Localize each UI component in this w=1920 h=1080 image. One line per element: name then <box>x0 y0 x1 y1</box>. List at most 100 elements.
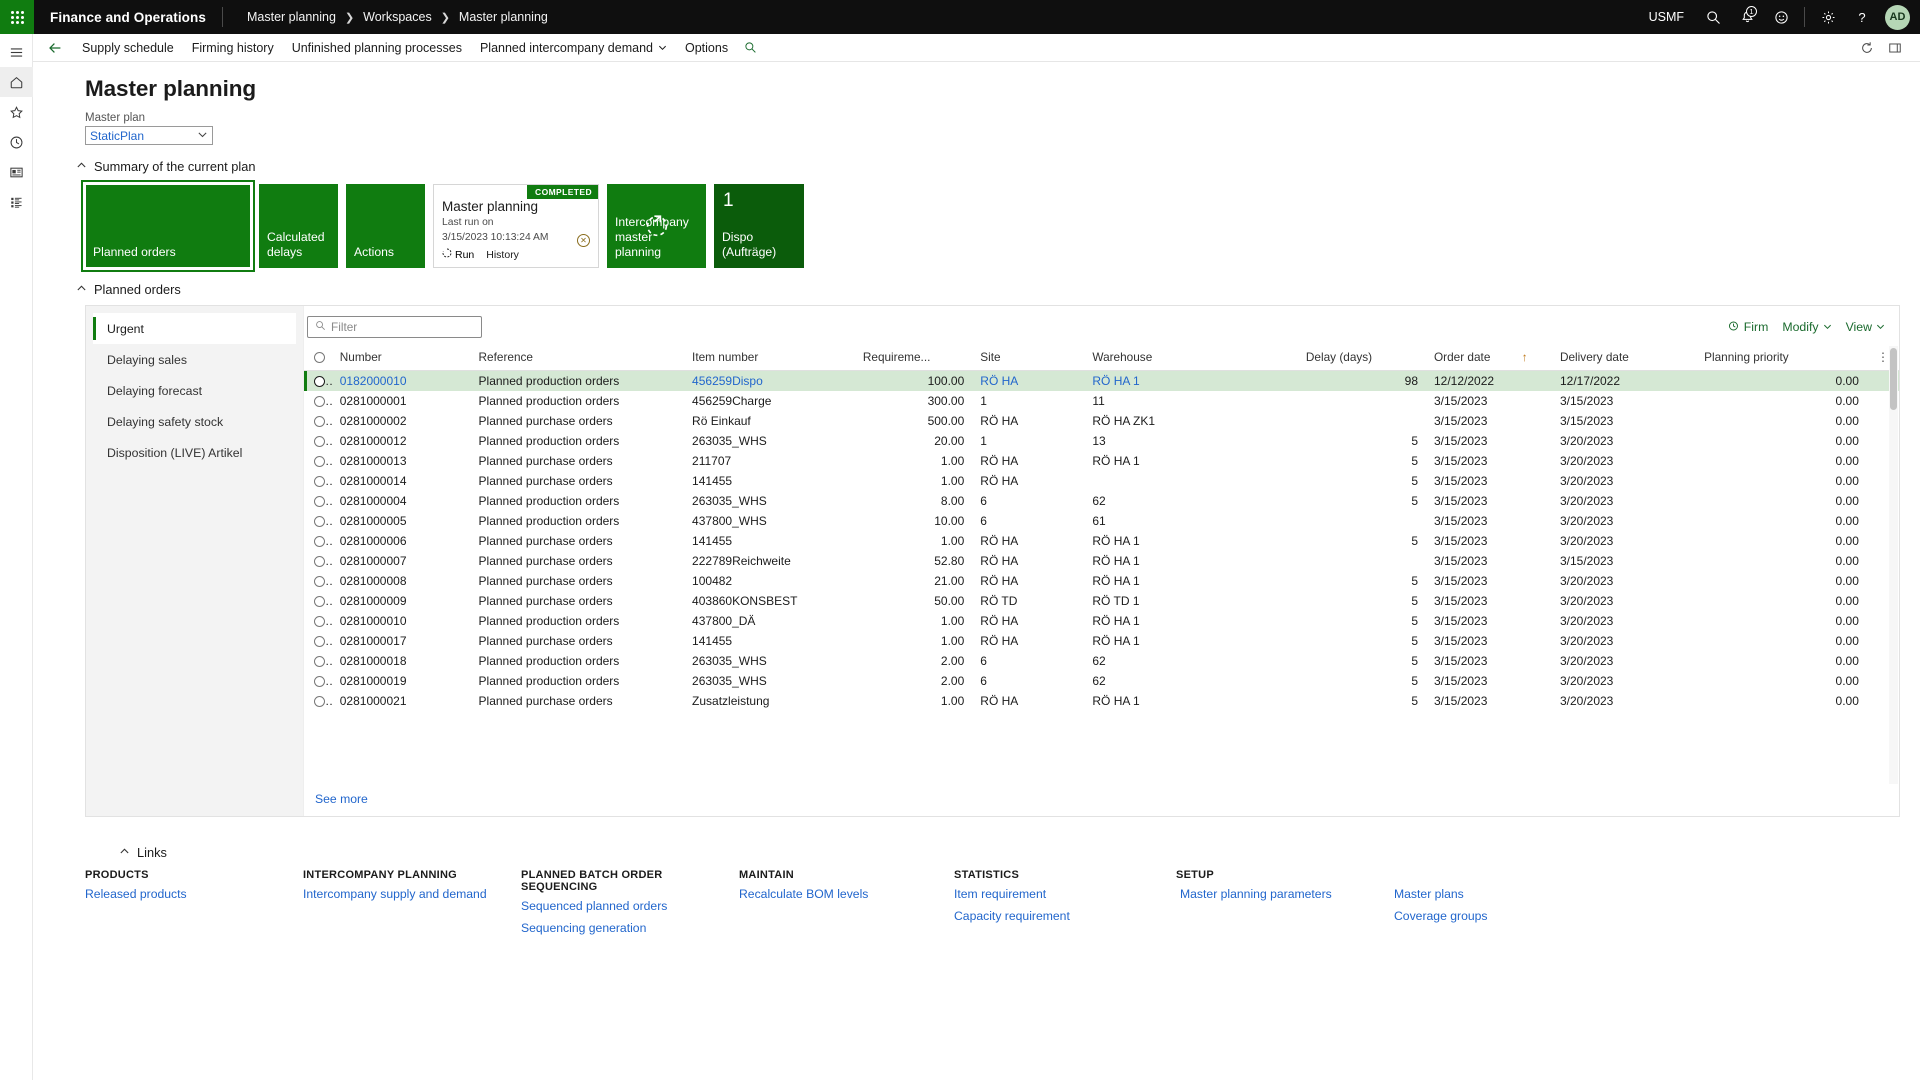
question-help-icon[interactable]: ? <box>1845 0 1879 34</box>
radio-icon[interactable] <box>314 536 325 548</box>
radio-icon[interactable] <box>314 456 325 468</box>
column-header-item-number[interactable]: Item number <box>684 346 855 371</box>
link-intercompany-supply-and-demand[interactable]: Intercompany supply and demand <box>303 887 521 901</box>
table-row[interactable]: 0281000021 Planned purchase orders Zusatzl… <box>304 691 1899 711</box>
row-select-radio[interactable] <box>304 671 332 691</box>
table-row[interactable]: 0281000008 Planned purchase orders 100482 2… <box>304 571 1899 591</box>
radio-icon[interactable] <box>314 556 325 568</box>
row-select-radio[interactable] <box>304 431 332 451</box>
link-sequencing-generation[interactable]: Sequencing generation <box>521 921 739 935</box>
run-button[interactable]: Run <box>442 248 474 261</box>
column-header-delay-days[interactable]: Delay (days) <box>1297 346 1426 371</box>
back-arrow-icon[interactable] <box>43 36 67 60</box>
tile-intercompany-master-planning[interactable]: Intercompany master planning <box>607 184 706 268</box>
search-icon[interactable] <box>1696 0 1730 34</box>
modify-menu-button[interactable]: Modify <box>1782 320 1831 334</box>
table-row[interactable]: 0281000009 Planned purchase orders 403860K… <box>304 591 1899 611</box>
link-master-planning-parameters[interactable]: Master planning parameters <box>1176 887 1394 901</box>
firm-button[interactable]: Firm <box>1728 320 1768 335</box>
filter-input[interactable]: Filter <box>307 316 482 338</box>
table-row[interactable]: 0281000001 Planned production orders 45625… <box>304 391 1899 411</box>
tab-disposition-live-artikel[interactable]: Disposition (LIVE) Artikel <box>93 437 296 468</box>
column-header-planning-priority[interactable]: Planning priority <box>1696 346 1867 371</box>
row-select-radio[interactable] <box>304 371 332 392</box>
history-link[interactable]: History <box>486 249 519 261</box>
radio-icon[interactable] <box>314 516 325 528</box>
table-row[interactable]: 0281000013 Planned purchase orders 211707 1… <box>304 451 1899 471</box>
master-plan-select[interactable]: StaticPlan <box>85 126 213 145</box>
search-icon[interactable] <box>737 35 763 61</box>
row-select-radio[interactable] <box>304 571 332 591</box>
action-unfinished-planning-processes[interactable]: Unfinished planning processes <box>283 35 471 61</box>
tab-delaying-forecast[interactable]: Delaying forecast <box>93 375 296 406</box>
radio-icon[interactable] <box>314 416 325 428</box>
table-row[interactable]: 0281000002 Planned purchase orders Rö Eink… <box>304 411 1899 431</box>
smiley-feedback-icon[interactable] <box>1764 0 1798 34</box>
breadcrumb-item-2[interactable]: Workspaces <box>363 10 432 24</box>
radio-icon[interactable] <box>314 636 325 648</box>
link-item-requirement[interactable]: Item requirement <box>954 887 1176 901</box>
radio-icon[interactable] <box>314 496 325 508</box>
table-row[interactable]: 0281000010 Planned production orders 43780… <box>304 611 1899 631</box>
row-select-radio[interactable] <box>304 491 332 511</box>
row-select-radio[interactable] <box>304 651 332 671</box>
radio-icon[interactable] <box>314 616 325 628</box>
see-more-link[interactable]: See more <box>304 784 1899 816</box>
table-row[interactable]: 0281000005 Planned production orders 43780… <box>304 511 1899 531</box>
link-released-products[interactable]: Released products <box>85 887 303 901</box>
company-selector[interactable]: USMF <box>1637 0 1696 34</box>
radio-icon[interactable] <box>314 656 325 668</box>
tile-dispo-auftraege[interactable]: 1 Dispo (Aufträge) <box>714 184 804 268</box>
action-supply-schedule[interactable]: Supply schedule <box>73 35 183 61</box>
column-header-order-date[interactable]: Order date ↑ <box>1426 346 1552 371</box>
row-select-radio[interactable] <box>304 531 332 551</box>
table-row[interactable]: 0281000004 Planned production orders 26303… <box>304 491 1899 511</box>
action-firming-history[interactable]: Firming history <box>183 35 283 61</box>
radio-icon[interactable] <box>314 596 325 608</box>
action-planned-intercompany-demand[interactable]: Planned intercompany demand <box>471 35 676 61</box>
home-icon[interactable] <box>0 67 33 97</box>
radio-icon[interactable] <box>314 576 325 588</box>
row-select-radio[interactable] <box>304 551 332 571</box>
avatar[interactable]: AD <box>1885 4 1910 30</box>
tile-actions[interactable]: Actions <box>346 184 425 268</box>
table-row[interactable]: 0281000014 Planned purchase orders 141455 1… <box>304 471 1899 491</box>
link-recalculate-bom-levels[interactable]: Recalculate BOM levels <box>739 887 954 901</box>
row-select-radio[interactable] <box>304 451 332 471</box>
table-row[interactable]: 0182000010 Planned production orders 45625… <box>304 370 1899 392</box>
row-select-radio[interactable] <box>304 591 332 611</box>
recent-clock-icon[interactable] <box>0 127 33 157</box>
tile-calculated-delays[interactable]: Calculated delays <box>259 184 338 268</box>
breadcrumb-item-3[interactable]: Master planning <box>459 10 548 24</box>
link-coverage-groups[interactable]: Coverage groups <box>1394 909 1594 923</box>
cancel-circle-icon[interactable]: ✕ <box>577 234 590 247</box>
gear-icon[interactable] <box>1811 0 1845 34</box>
row-select-radio[interactable] <box>304 511 332 531</box>
table-row[interactable]: 0281000019 Planned production orders 26303… <box>304 671 1899 691</box>
select-all-header[interactable] <box>304 346 332 371</box>
column-header-reference[interactable]: Reference <box>470 346 685 371</box>
link-master-plans[interactable]: Master plans <box>1394 887 1594 901</box>
scrollbar-thumb[interactable] <box>1890 348 1897 410</box>
workspaces-icon[interactable] <box>0 157 33 187</box>
tab-urgent[interactable]: Urgent <box>93 313 296 344</box>
column-header-number[interactable]: Number <box>331 346 471 371</box>
radio-icon[interactable] <box>314 436 325 448</box>
table-row[interactable]: 0281000006 Planned purchase orders 141455 1… <box>304 531 1899 551</box>
links-section-header[interactable]: Links <box>76 831 1920 860</box>
favorites-star-icon[interactable] <box>0 97 33 127</box>
row-select-radio[interactable] <box>304 611 332 631</box>
radio-icon[interactable] <box>314 376 325 388</box>
planned-orders-section-header[interactable]: Planned orders <box>33 268 1920 297</box>
table-row[interactable]: 0281000007 Planned purchase orders 222789R… <box>304 551 1899 571</box>
action-options[interactable]: Options <box>676 35 737 61</box>
tab-delaying-sales[interactable]: Delaying sales <box>93 344 296 375</box>
column-header-delivery-date[interactable]: Delivery date <box>1551 346 1697 371</box>
table-row[interactable]: 0281000018 Planned production orders 26303… <box>304 651 1899 671</box>
table-row[interactable]: 0281000017 Planned purchase orders 141455 1… <box>304 631 1899 651</box>
row-select-radio[interactable] <box>304 691 332 711</box>
row-select-radio[interactable] <box>304 411 332 431</box>
breadcrumb-item-1[interactable]: Master planning <box>247 10 336 24</box>
radio-icon[interactable] <box>314 696 325 708</box>
row-select-radio[interactable] <box>304 471 332 491</box>
